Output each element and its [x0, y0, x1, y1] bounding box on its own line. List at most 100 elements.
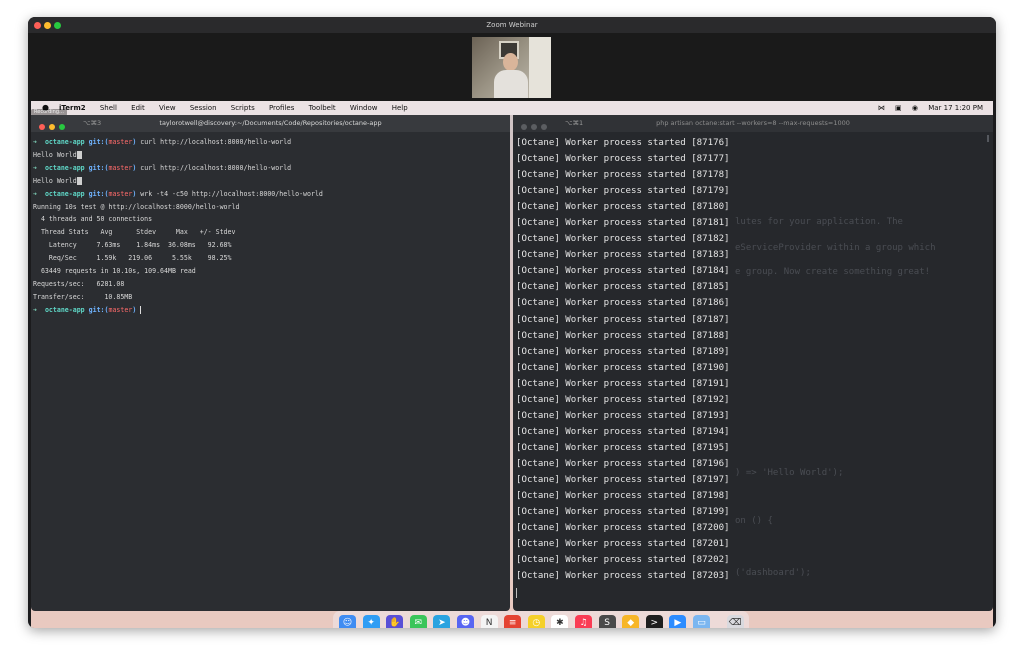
left-terminal-title: taylorotwell@discovery:~/Documents/Code/…: [159, 119, 382, 127]
ghost-line: lutes for your application. The: [735, 217, 903, 227]
worker-log-line: [Octane] Worker process started [87190]: [516, 362, 730, 373]
ghost-line: ('dashboard');: [735, 568, 811, 578]
wrk-output-line: Running 10s test @ http://localhost:8000…: [33, 202, 240, 211]
left-terminal-window[interactable]: ⌥⌘3 taylorotwell@discovery:~/Documents/C…: [31, 115, 510, 611]
text-caret: [516, 588, 517, 598]
worker-log-line: [Octane] Worker process started [87194]: [516, 426, 730, 437]
scroll-indicator[interactable]: [987, 135, 989, 142]
telegram-icon[interactable]: ➤: [433, 615, 451, 628]
menu-shell[interactable]: Shell: [100, 104, 117, 112]
prompt-line: ➜ octane-app git:(master) curl http://lo…: [33, 138, 292, 146]
response-line: Hello World: [33, 175, 505, 188]
mac-dock: ☺ ✦ ✋ ✉ ➤ ☻ N ≡ ◷ ✱ ♫ S ◆ > ▶ ▭ ⌫: [333, 611, 749, 628]
timing-icon[interactable]: ◷: [527, 615, 545, 628]
worker-log-line: [Octane] Worker process started [87182]: [516, 234, 730, 245]
menubar-status: ⋈ ▣ ◉ Mar 17 1:20 PM: [870, 101, 983, 115]
minimize-window-button[interactable]: [44, 22, 51, 29]
worker-log-line: [Octane] Worker process started [87185]: [516, 282, 730, 293]
bowtie-icon[interactable]: ⋈: [878, 104, 885, 112]
finder-icon[interactable]: ☺: [339, 615, 356, 628]
text-caret: [140, 305, 142, 314]
worker-log-line: [Octane] Worker process started [87203]: [516, 571, 730, 582]
zoom-window-title: Zoom Webinar: [486, 21, 538, 29]
slack-icon[interactable]: ✱: [551, 615, 569, 628]
folder-icon[interactable]: ▭: [693, 615, 710, 628]
response-line: Hello World: [33, 149, 505, 162]
sublime-icon[interactable]: S: [598, 615, 616, 628]
menu-scripts[interactable]: Scripts: [231, 104, 255, 112]
speaker-video[interactable]: [472, 37, 551, 98]
ghost-line: on () {: [735, 516, 773, 526]
worker-log-line: [Octane] Worker process started [87193]: [516, 410, 730, 421]
wrk-output-line: Thread Stats Avg Stdev Max +/- Stdev: [33, 228, 236, 237]
zoom-window-button[interactable]: [54, 22, 61, 29]
maximize-terminal-button[interactable]: [59, 124, 65, 130]
window-background: [529, 37, 551, 98]
messages-icon[interactable]: ✉: [409, 615, 427, 628]
trash-icon[interactable]: ⌫: [726, 615, 744, 628]
worker-log-line: [Octane] Worker process started [87180]: [516, 202, 730, 213]
wrk-output-line: Transfer/sec: 10.85MB: [33, 292, 133, 301]
active-prompt-line[interactable]: ➜ octane-app git:(master): [33, 304, 505, 317]
shared-screen: ● iTerm2 Shell Edit View Session Scripts…: [31, 101, 993, 628]
hand-app-icon[interactable]: ✋: [386, 615, 404, 628]
terminal-icon[interactable]: >: [645, 615, 663, 628]
worker-log-line: [Octane] Worker process started [87184]: [516, 266, 730, 277]
sketch-icon[interactable]: ◆: [622, 615, 640, 628]
screenshot-icon[interactable]: ▣: [895, 104, 902, 112]
prompt-line: ➜ octane-app git:(master) wrk -t4 -c50 h…: [33, 189, 323, 198]
left-terminal-titlebar: ⌥⌘3 taylorotwell@discovery:~/Documents/C…: [31, 115, 510, 132]
worker-log-line: [Octane] Worker process started [87186]: [516, 298, 730, 309]
music-icon[interactable]: ♫: [575, 615, 592, 628]
safari-icon[interactable]: ✦: [362, 615, 380, 628]
menu-window[interactable]: Window: [350, 104, 378, 112]
worker-log-line: [Octane] Worker process started [87196]: [516, 458, 730, 469]
left-terminal-traffic-lights: [39, 120, 69, 137]
video-strip: [28, 33, 996, 101]
menu-toolbelt[interactable]: Toolbelt: [309, 104, 336, 112]
minimize-terminal-button[interactable]: [49, 124, 55, 130]
worker-log-line: [Octane] Worker process started [87183]: [516, 250, 730, 261]
worker-log-line: [Octane] Worker process started [87198]: [516, 491, 730, 502]
worker-log-line: [Octane] Worker process started [87188]: [516, 330, 730, 341]
worker-log-line: [Octane] Worker process started [87187]: [516, 314, 730, 325]
close-terminal-button[interactable]: [39, 124, 45, 130]
right-terminal-window[interactable]: ⌥⌘1 php artisan octane:start --workers=8…: [513, 115, 993, 611]
worker-log-line: [Octane] Worker process started [87189]: [516, 346, 730, 357]
ghost-line: e group. Now create something great!: [735, 267, 931, 277]
menu-help[interactable]: Help: [392, 104, 408, 112]
left-terminal-shortcut: ⌥⌘3: [83, 119, 102, 127]
menu-profiles[interactable]: Profiles: [269, 104, 294, 112]
worker-log-line: [Octane] Worker process started [87176]: [516, 138, 730, 148]
siri-icon[interactable]: ◉: [912, 104, 918, 112]
zoom-icon[interactable]: ▶: [669, 615, 687, 628]
todoist-icon[interactable]: ≡: [504, 615, 522, 628]
left-terminal-output[interactable]: ➜ octane-app git:(master) curl http://lo…: [33, 136, 505, 317]
menu-items: iTerm2 Shell Edit View Session Scripts P…: [59, 101, 420, 115]
worker-process-log[interactable]: [Octane] Worker process started [87176] […: [516, 135, 730, 584]
menu-session[interactable]: Session: [190, 104, 217, 112]
menubar-datetime[interactable]: Mar 17 1:20 PM: [928, 104, 983, 112]
zoom-titlebar: Zoom Webinar: [28, 17, 996, 33]
wrk-output-line: Req/Sec 1.59k 219.06 5.55k 98.25%: [33, 254, 232, 263]
prompt-line: ➜ octane-app git:(master) curl http://lo…: [33, 163, 292, 172]
worker-log-line: [Octane] Worker process started [87201]: [516, 539, 730, 550]
menu-view[interactable]: View: [159, 104, 176, 112]
wrk-output-line: 63449 requests in 10.10s, 109.64MB read: [33, 267, 196, 276]
speaker-body: [494, 70, 528, 98]
ghost-line: eServiceProvider within a group which: [735, 243, 936, 253]
notion-icon[interactable]: N: [480, 615, 498, 628]
wrk-output-line: Requests/sec: 6281.08: [33, 279, 125, 288]
worker-log-line: [Octane] Worker process started [87178]: [516, 170, 730, 181]
worker-log-line: [Octane] Worker process started [87192]: [516, 394, 730, 405]
discord-icon[interactable]: ☻: [457, 615, 474, 628]
worker-log-line: [Octane] Worker process started [87202]: [516, 555, 730, 566]
close-window-button[interactable]: [34, 22, 41, 29]
wrk-output-line: 4 threads and 50 connections: [33, 215, 153, 224]
worker-log-line: [Octane] Worker process started [87200]: [516, 523, 730, 534]
menu-edit[interactable]: Edit: [131, 104, 145, 112]
speaker-head: [503, 53, 518, 71]
worker-log-line: [Octane] Worker process started [87191]: [516, 378, 730, 389]
mac-menubar: ● iTerm2 Shell Edit View Session Scripts…: [31, 101, 993, 115]
worker-log-line: [Octane] Worker process started [87199]: [516, 507, 730, 518]
